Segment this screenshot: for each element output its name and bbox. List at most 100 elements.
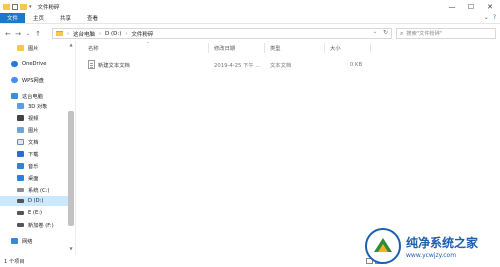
quick-access-dropdown-icon[interactable]: ▾ (29, 4, 32, 10)
watermark-title: 纯净系统之家 (406, 235, 479, 250)
cloud-icon (11, 61, 18, 67)
sidebar-item-desktop[interactable]: 桌面 (0, 173, 68, 183)
sidebar-item-drive-e[interactable]: E (E:) (0, 208, 68, 218)
file-type: 文本文档 (270, 62, 292, 69)
column-header-name[interactable]: 名称 (88, 43, 99, 53)
sidebar-item-label: 图片 (28, 127, 39, 134)
sidebar-item-label: D (D:) (28, 198, 44, 204)
tab-home[interactable]: 主页 (25, 13, 52, 23)
column-divider[interactable] (264, 43, 265, 53)
up-button[interactable]: ↑ (33, 28, 43, 39)
sidebar-item-label: 视频 (28, 115, 39, 122)
recent-locations-button[interactable]: ⌄ (23, 28, 33, 39)
sidebar-item-label: 下载 (28, 151, 39, 158)
sidebar-item-label: WPS网盘 (22, 77, 44, 84)
forward-button[interactable]: → (13, 28, 23, 39)
address-bar[interactable]: › 这台电脑 › D (D:) › 文件粉碎 ⌄ ↻ (52, 28, 392, 39)
file-list: ⌃ 名称 修改日期 类型 大小 新建文本文档 2019-4-25 下午 ... … (80, 41, 500, 255)
sidebar-item-music[interactable]: 音乐 (0, 161, 68, 171)
sidebar-item-network[interactable]: 网络 (0, 236, 68, 246)
sidebar-item-label: 桌面 (28, 175, 39, 182)
download-icon (17, 151, 24, 157)
address-row: ← → ⌄ ↑ › 这台电脑 › D (D:) › 文件粉碎 ⌄ ↻ ⌕ 搜索"… (0, 27, 500, 40)
scroll-up-arrow-icon[interactable]: ▲ (68, 42, 74, 48)
sidebar-item-wps[interactable]: WPS网盘 (0, 75, 68, 85)
3d-objects-icon (17, 103, 24, 109)
scroll-down-arrow-icon[interactable]: ▼ (68, 246, 74, 251)
file-name: 新建文本文档 (98, 62, 130, 69)
file-size: 0 KB (350, 61, 363, 68)
sidebar-item-this-pc[interactable]: 这台电脑 (0, 91, 68, 101)
sidebar-item-label: 新加卷 (F:) (28, 222, 54, 229)
sidebar-item-label: E (E:) (28, 210, 42, 216)
drive-icon (17, 199, 24, 203)
sidebar-item-pictures[interactable]: 图片 (0, 125, 68, 135)
text-file-icon (88, 60, 95, 69)
column-divider[interactable] (370, 43, 371, 53)
properties-icon[interactable] (12, 3, 18, 10)
document-icon (17, 139, 24, 145)
back-button[interactable]: ← (3, 28, 13, 39)
watermark-url: www.ycwjzy.com (406, 251, 457, 259)
watermark-logo: 纯净系统之家 www.ycwjzy.com (364, 225, 500, 267)
breadcrumb-separator: › (67, 30, 69, 37)
tab-share[interactable]: 共享 (52, 13, 79, 23)
desktop-icon (17, 175, 24, 181)
sidebar-item-videos[interactable]: 视频 (0, 113, 68, 123)
maximize-button[interactable]: ☐ (463, 0, 479, 13)
drive-icon (17, 223, 24, 227)
column-header-size[interactable]: 大小 (330, 43, 341, 53)
sidebar-item-label: 3D 对象 (28, 103, 48, 110)
title-bar: ▾ 文件粉碎 — ☐ ✕ (0, 0, 500, 13)
breadcrumb-current-folder[interactable]: 文件粉碎 (131, 30, 153, 38)
minimize-button[interactable]: — (444, 0, 460, 13)
sidebar-item-documents[interactable]: 文档 (0, 137, 68, 147)
sidebar-item-label: 文档 (28, 139, 39, 146)
breadcrumb-drive-d[interactable]: D (D:) (105, 31, 121, 37)
sidebar-item-label: OneDrive (22, 61, 47, 67)
tab-file[interactable]: 文件 (0, 13, 26, 23)
search-placeholder: 搜索"文件粉碎" (406, 31, 443, 37)
sidebar-item-pictures-quick[interactable]: 图片 (0, 43, 68, 53)
sidebar-item-drive-c[interactable]: 系统 (C:) (0, 185, 68, 195)
search-icon: ⌕ (400, 29, 404, 37)
file-row[interactable]: 新建文本文档 2019-4-25 下午 ... 文本文档 0 KB (84, 59, 374, 70)
sidebar-item-label: 图片 (28, 45, 39, 52)
sidebar-scrollbar-thumb[interactable] (68, 111, 74, 226)
sidebar-item-drive-d[interactable]: D (D:) (0, 196, 68, 206)
sidebar-item-label: 网络 (22, 238, 33, 245)
column-divider[interactable] (208, 43, 209, 53)
column-header-modified[interactable]: 修改日期 (214, 43, 235, 53)
computer-icon (11, 93, 18, 99)
address-dropdown-icon[interactable]: ⌄ (373, 29, 377, 35)
new-folder-icon[interactable] (20, 3, 27, 10)
sidebar-item-drive-f[interactable]: 新加卷 (F:) (0, 220, 68, 230)
sidebar-item-downloads[interactable]: 下载 (0, 149, 68, 159)
close-button[interactable]: ✕ (482, 0, 498, 13)
navigation-pane: ▲ 图片 OneDrive WPS网盘 这台电脑 3D 对象 视频 图片 文档 … (0, 41, 76, 255)
breadcrumb-separator: › (125, 30, 128, 37)
cloud-icon (11, 77, 18, 83)
tab-view[interactable]: 查看 (79, 13, 106, 23)
breadcrumb-this-pc[interactable]: 这台电脑 (73, 30, 95, 38)
folder-icon (3, 3, 10, 10)
window-title: 文件粉碎 (37, 4, 60, 11)
sidebar-item-onedrive[interactable]: OneDrive (0, 59, 68, 69)
folder-icon (17, 45, 24, 51)
sidebar-item-label: 这台电脑 (22, 93, 43, 100)
refresh-button[interactable]: ↻ (383, 29, 388, 36)
drive-icon (17, 211, 24, 215)
sort-indicator-icon: ⌃ (146, 41, 150, 46)
column-divider[interactable] (324, 43, 325, 53)
file-modified: 2019-4-25 下午 ... (214, 62, 261, 69)
expand-ribbon-icon[interactable]: ⌄ (484, 14, 489, 21)
search-box[interactable]: ⌕ 搜索"文件粉碎" (396, 28, 496, 39)
network-icon (11, 238, 18, 244)
video-icon (17, 115, 24, 121)
sidebar-item-3d-objects[interactable]: 3D 对象 (0, 101, 68, 111)
music-icon (17, 163, 24, 169)
logo-emblem-icon (365, 228, 401, 264)
help-icon[interactable]: ? (493, 14, 496, 21)
sidebar-item-label: 音乐 (28, 163, 39, 170)
column-header-type[interactable]: 类型 (270, 43, 281, 53)
